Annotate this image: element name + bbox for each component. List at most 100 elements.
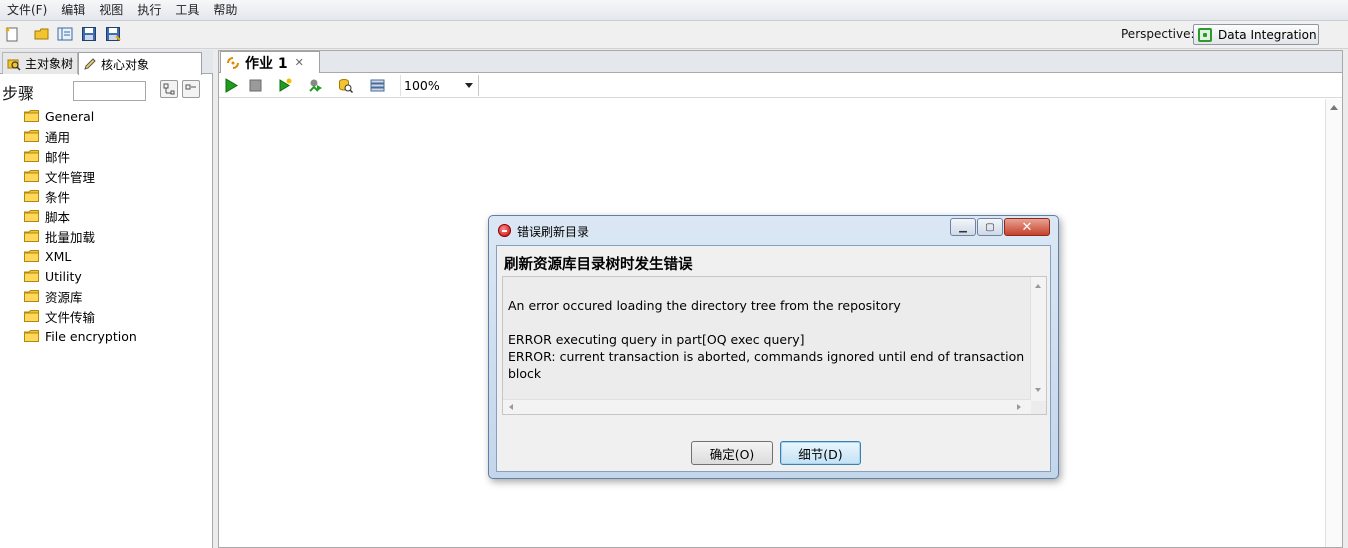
menu-file[interactable]: 文件(F) [0,0,54,21]
menu-tools[interactable]: 工具 [168,0,206,21]
collapse-tree-icon [185,84,196,90]
tree-item-scripting[interactable]: 脚本 [0,206,213,226]
stop-icon[interactable] [248,78,263,93]
menu-help[interactable]: 帮助 [206,0,244,21]
explore-repository-icon[interactable] [57,26,73,42]
tree-item-bulk-loading[interactable]: 批量加载 [0,226,213,246]
perspective-button-label: Data Integration [1218,27,1317,42]
close-icon: ✕ [1021,219,1033,235]
tree-item-file-management[interactable]: 文件管理 [0,166,213,186]
magnifier-folder-icon [7,59,21,70]
menu-view[interactable]: 视图 [92,0,130,21]
error-message-text: An error occured loading the directory t… [508,298,1025,381]
tree-item-common[interactable]: 通用 [0,126,213,146]
check-job-icon[interactable] [308,78,323,93]
folder-icon [24,130,39,142]
folder-icon [24,210,39,222]
layout-icon[interactable] [370,78,385,93]
canvas-vertical-scrollbar[interactable] [1325,99,1342,547]
close-button[interactable]: ✕ [1004,218,1050,236]
steps-label: 步骤 [2,84,35,103]
steps-search-input[interactable] [73,81,146,101]
job-tab-bar: 作业 1 ✕ [219,51,1342,73]
zoom-select[interactable]: 100% [400,75,479,96]
tab-job-1-label: 作业 1 [245,55,288,72]
tab-main-object-tree-label: 主对象树 [25,57,74,71]
scroll-left-icon[interactable] [509,404,513,410]
perspective-label: Perspective: [1121,27,1195,41]
expand-tree-icon [163,83,175,95]
tree-item-label: 条件 [45,189,71,205]
job-toolbar: 100% [219,73,1342,98]
minimize-icon: ▁ [959,221,967,233]
zoom-value: 100% [404,78,440,93]
tab-core-objects[interactable]: 核心对象 [78,52,202,75]
new-file-icon[interactable] [4,26,20,42]
save-as-icon[interactable] [105,26,121,42]
steps-tree: General 通用 邮件 文件管理 条件 脚本 批量加载 XML Utilit… [0,106,213,346]
tree-item-label: 脚本 [45,209,71,225]
left-panel: 主对象树 核心对象 步骤 General 通用 邮件 文件管理 条件 脚本 批量… [0,50,213,548]
tree-item-repository[interactable]: 资源库 [0,286,213,306]
tree-item-xml[interactable]: XML [0,246,213,266]
scroll-right-icon[interactable] [1017,404,1021,410]
left-tab-bar: 主对象树 核心对象 [0,50,213,75]
error-heading: 刷新资源库目录树时发生错误 [504,257,693,273]
tree-item-file-encryption[interactable]: File encryption [0,326,213,346]
job-icon [227,56,239,69]
folder-icon [24,270,39,282]
message-vertical-scrollbar[interactable] [1030,277,1046,401]
scroll-up-icon[interactable] [1035,284,1041,288]
expand-all-button[interactable] [160,80,178,98]
error-message-box[interactable]: An error occured loading the directory t… [502,276,1047,415]
message-horizontal-scrollbar[interactable] [503,399,1031,414]
tree-item-label: XML [45,248,72,264]
tree-item-label: 资源库 [45,289,83,305]
tab-main-object-tree[interactable]: 主对象树 [2,52,78,74]
data-integration-icon [1198,27,1212,42]
tree-item-file-transfer[interactable]: 文件传输 [0,306,213,326]
database-explore-icon[interactable] [338,78,353,93]
ok-button[interactable]: 确定(O) [691,441,773,465]
open-folder-icon[interactable] [34,26,50,42]
tree-item-label: 文件管理 [45,169,96,185]
tree-item-mail[interactable]: 邮件 [0,146,213,166]
dialog-title: 错误刷新目录 [517,225,590,239]
save-icon[interactable] [81,26,97,42]
tree-item-conditions[interactable]: 条件 [0,186,213,206]
tree-item-label: 通用 [45,129,71,145]
tab-job-1[interactable]: 作业 1 ✕ [220,51,320,73]
run-icon[interactable] [224,78,239,93]
folder-icon [24,170,39,182]
tab-core-objects-label: 核心对象 [101,57,150,72]
folder-icon [24,310,39,322]
error-dialog: 错误刷新目录 ▁ ▢ ✕ 刷新资源库目录树时发生错误 An error occu… [488,215,1059,479]
error-icon [498,224,511,237]
menu-edit[interactable]: 编辑 [54,0,92,21]
folder-icon [24,290,39,302]
folder-icon [24,190,39,202]
folder-icon [24,250,39,262]
menu-run[interactable]: 执行 [130,0,168,21]
maximize-icon: ▢ [985,221,995,233]
perspective-button[interactable]: Data Integration [1193,24,1319,45]
details-button[interactable]: 细节(D) [780,441,861,465]
scroll-down-icon[interactable] [1035,388,1041,392]
folder-icon [24,150,39,162]
collapse-all-button[interactable] [182,80,200,98]
maximize-button[interactable]: ▢ [977,218,1003,236]
dialog-body: 刷新资源库目录树时发生错误 An error occured loading t… [496,245,1051,472]
replay-icon[interactable] [278,78,293,93]
close-tab-icon[interactable]: ✕ [295,56,304,69]
menu-bar: 文件(F) 编辑 视图 执行 工具 帮助 [0,0,1348,21]
folder-icon [24,330,39,342]
tree-item-label: General [45,108,95,124]
folder-icon [24,230,39,242]
scroll-up-icon[interactable] [1330,105,1338,110]
tree-item-label: 批量加载 [45,229,96,245]
tree-item-label: 文件传输 [45,309,96,325]
tree-item-utility[interactable]: Utility [0,266,213,286]
minimize-button[interactable]: ▁ [950,218,976,236]
pencil-icon [84,58,96,70]
tree-item-general[interactable]: General [0,106,213,126]
